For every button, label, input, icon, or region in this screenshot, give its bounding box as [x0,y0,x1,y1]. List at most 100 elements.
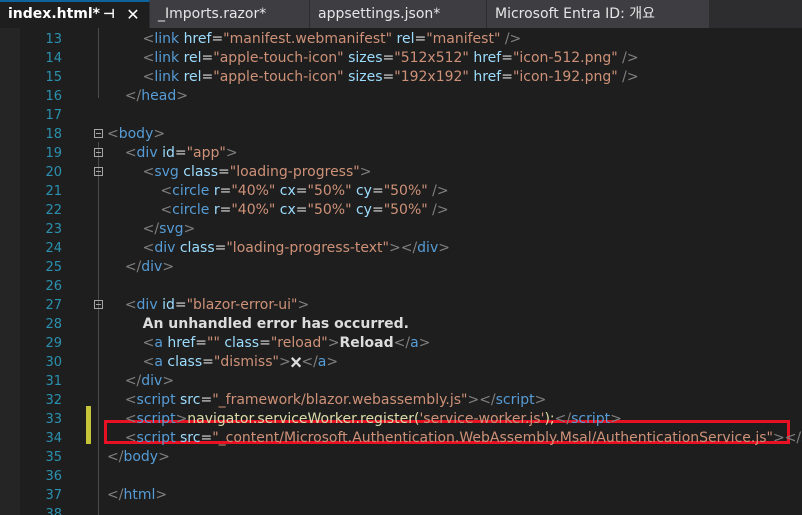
code-line[interactable]: 31 </div> [0,372,802,391]
line-number: 36 [45,469,62,484]
line-number: 29 [45,336,62,351]
tab-appsettings-json[interactable]: appsettings.json* [310,0,487,28]
collapse-icon[interactable] [94,167,103,176]
code-text: <script src="_framework/blazor.webassemb… [107,391,547,410]
tab-imports-razor[interactable]: _Imports.razor* [150,0,310,28]
code-token: </ [554,411,572,427]
document-tab-bar: index.html* ⊣ ✕ _Imports.razor* appsetti… [0,0,802,28]
code-token: = [218,164,230,180]
code-token: = [174,145,187,161]
code-token: rel [396,31,415,47]
code-line[interactable]: 20 <svg class="loading-progress"> [0,163,802,182]
code-token: = [259,335,271,351]
code-token: id [162,145,175,161]
code-token: /> [622,50,639,66]
code-token: script [136,392,176,408]
code-token: "icon-192.png" [512,69,618,85]
code-line[interactable]: 24 <div class="loading-progress-text"></… [0,239,802,258]
code-line[interactable]: 22 <circle r="40%" cx="50%" cy="50%" /> [0,201,802,220]
code-token: "apple-touch-icon" [213,69,344,85]
code-token: > [162,373,175,389]
code-token: link [154,50,180,66]
code-token: /> [432,183,449,199]
code-token: a [410,335,419,351]
code-line[interactable]: 25 </div> [0,258,802,277]
tab-microsoft-entra-id[interactable]: Microsoft Entra ID: 개요 [487,0,710,28]
line-number: 13 [45,32,62,47]
code-token: id [162,297,175,313]
code-line[interactable]: 14 <link rel="apple-touch-icon" sizes="5… [0,49,802,68]
code-line[interactable]: 18 <body> [0,125,802,144]
collapse-icon[interactable] [94,129,103,138]
code-line[interactable]: 32 <script src="_framework/blazor.webass… [0,391,802,410]
code-token: cx [279,202,296,218]
code-line[interactable]: 27 <div id="blazor-error-ui"> [0,296,802,315]
code-token: svg [159,221,184,237]
tab-label: appsettings.json* [318,6,441,22]
code-token: = [382,69,395,85]
code-text: <div id="blazor-error-ui"> [107,296,309,315]
code-token: </ [124,259,142,275]
code-token: > [153,126,166,142]
code-token: href [183,31,212,47]
code-line[interactable]: 33 <script>navigator.serviceWorker.regis… [0,410,802,429]
code-token: < [142,335,155,351]
code-line[interactable]: 35 </body> [0,448,802,467]
code-line[interactable]: 13 <link href="manifest.webmanifest" rel… [0,30,802,49]
code-token: < [160,183,173,199]
code-token: > [183,221,196,237]
code-text: <circle r="40%" cx="50%" cy="50%" /> [107,201,449,220]
code-line[interactable]: 29 <a href="" class="reload">Reload</a> [0,334,802,353]
code-token: ); [544,411,555,427]
code-line[interactable]: 38 [0,505,802,515]
tab-index-html[interactable]: index.html* ⊣ ✕ [0,0,150,28]
code-text: <body> [107,125,165,144]
pin-icon[interactable]: ⊣ [100,2,118,28]
collapse-icon[interactable] [94,300,103,309]
close-icon[interactable]: ✕ [124,2,142,28]
code-token: "dismiss" [213,354,279,370]
code-token: cx [279,183,296,199]
code-token: rel [183,69,202,85]
code-text: </div> [107,372,174,391]
code-token: class [179,240,215,256]
code-line[interactable]: 16 </head> [0,87,802,106]
code-editor[interactable]: 13 <link href="manifest.webmanifest" rel… [0,28,802,515]
code-token: </ [107,487,124,503]
code-line[interactable]: 34 <script src="_content/Microsoft.Authe… [0,429,802,448]
code-line[interactable]: 36 [0,467,802,486]
code-token: /> [622,69,639,85]
code-line[interactable]: 23 </svg> [0,220,802,239]
code-line[interactable]: 19 <div id="app"> [0,144,802,163]
code-line[interactable]: 37 </html> [0,486,802,505]
code-text: <a href="" class="reload">Reload</a> [107,334,431,353]
line-number: 33 [45,412,62,427]
line-number: 28 [45,317,62,332]
code-line[interactable]: 15 <link rel="apple-touch-icon" sizes="1… [0,68,802,87]
code-token: /> [504,31,522,47]
code-token: script [495,392,535,408]
code-line[interactable]: 17 [0,106,802,125]
code-token: > [158,449,170,465]
code-line[interactable]: 26 [0,277,802,296]
code-line[interactable]: 21 <circle r="40%" cx="50%" cy="50%" /> [0,182,802,201]
code-token: </ [142,221,160,237]
code-token: /> [432,202,449,218]
code-token: link [154,31,180,47]
code-token: < [124,297,137,313]
code-token: "_framework/blazor.webassembly.js" [212,392,468,408]
code-text: <link rel="apple-touch-icon" sizes="192x… [107,68,639,87]
tab-label: index.html* [8,6,100,22]
code-line[interactable]: 30 <a class="dismiss">🗙</a> [0,353,802,372]
code-token: > [297,297,310,313]
code-line[interactable]: 28 An unhandled error has occurred. [0,315,802,334]
collapse-icon[interactable] [94,148,103,157]
code-token: </ [479,392,496,408]
code-token: = [501,50,513,66]
code-token: "apple-touch-icon" [213,50,344,66]
